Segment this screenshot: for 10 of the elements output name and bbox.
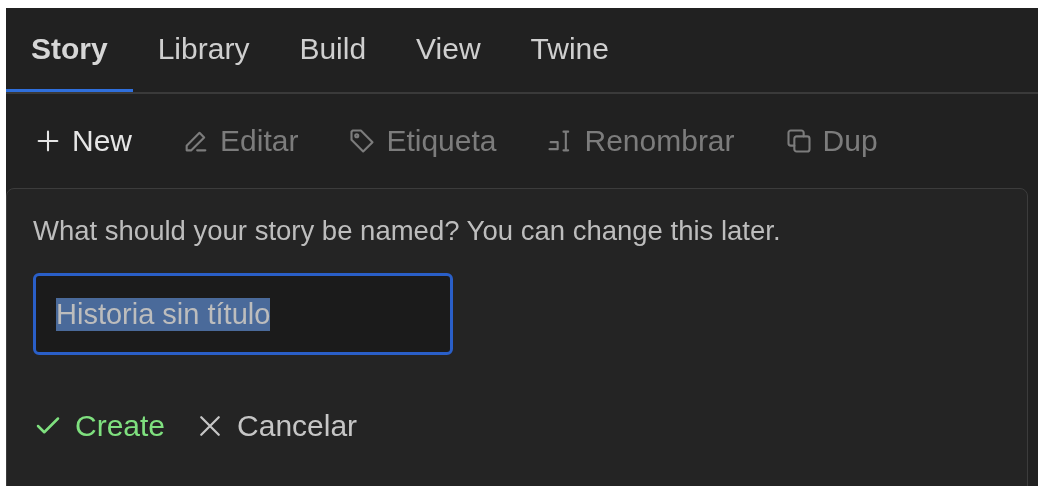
menu-tab[interactable]: Library [132, 8, 275, 92]
toolbar-button[interactable]: New [6, 124, 132, 158]
menu-tab[interactable]: Story [6, 8, 133, 92]
menu-tab[interactable]: Twine [505, 8, 634, 92]
menu-tab[interactable]: View [391, 8, 506, 92]
copy-icon [784, 127, 813, 155]
prompt-text: What should your story be named? You can change this later. [33, 215, 782, 247]
cancel-button[interactable]: Cancelar [195, 409, 358, 443]
create-button[interactable]: Create [33, 409, 166, 443]
menu-tab[interactable]: Build [274, 8, 392, 92]
